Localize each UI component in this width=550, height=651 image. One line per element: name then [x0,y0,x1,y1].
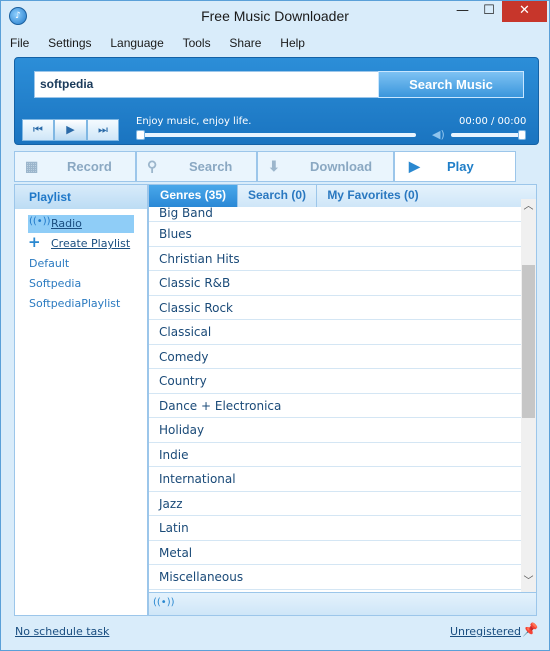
scrollbar-thumb[interactable] [522,265,535,418]
genre-list-item[interactable]: Country [149,369,521,394]
tab-download-label: Download [310,159,373,174]
menu-share[interactable]: Share [229,36,261,50]
genre-list: Big Band Blues Christian Hits Classic R&B Cl… [149,207,521,592]
genre-list-item[interactable]: Jazz [149,492,521,516]
search-input[interactable]: softpedia [34,71,382,98]
genre-list-item[interactable]: Classic Rock [149,296,521,320]
genre-scrollbar[interactable]: ︿ ﹀ [521,199,536,592]
playback-time: 00:00 / 00:00 [459,116,527,127]
previous-track-button[interactable]: ⏮ [22,119,54,141]
minimize-button[interactable]: — [449,1,476,22]
title-bar: ♪ Free Music Downloader — ☐ ✕ [1,1,549,32]
keyboard-icon: ▦ [25,158,39,174]
tab-play-label: Play [447,159,474,174]
genre-list-item[interactable]: Latin [149,516,521,541]
unregistered-link[interactable]: Unregistered [450,625,521,638]
tab-record-label: Record [67,159,112,174]
radio-link[interactable]: Radio [51,217,82,230]
play-button[interactable]: ▶ [54,119,87,141]
genre-list-item[interactable]: Indie [149,443,521,467]
playlist-panel: Playlist ((•)) Radio + Create Playlist D… [14,184,148,616]
plus-icon: + [28,233,41,251]
tab-genres[interactable]: Genres (35) [149,185,238,207]
playlist-item-softpediaplaylist[interactable]: SoftpediaPlaylist [29,297,120,310]
playlist-item-softpedia[interactable]: Softpedia [29,277,81,290]
radio-wave-icon: ((•)) [29,216,51,227]
app-window: ♪ Free Music Downloader — ☐ ✕ File Setti… [0,0,550,651]
menu-language[interactable]: Language [110,36,163,50]
tab-download[interactable]: ⬇ Download [257,151,394,182]
genre-list-item[interactable]: Miscellaneous [149,565,521,590]
play-icon: ▶ [409,158,420,174]
playlist-header: Playlist [15,185,147,209]
scroll-down-icon[interactable]: ﹀ [521,574,536,589]
tab-search-label: Search [189,159,233,174]
create-playlist-link[interactable]: Create Playlist [51,237,130,250]
menu-tools[interactable]: Tools [183,36,211,50]
genre-list-item[interactable]: Classic R&B [149,271,521,296]
tab-play[interactable]: ▶ Play [394,151,516,182]
genre-list-item[interactable]: Big Band [149,207,521,222]
playlist-item-default[interactable]: Default [29,257,69,270]
radio-wave-icon: ((•)) [153,597,175,608]
menu-bar: File Settings Language Tools Share Help [10,36,320,54]
close-button[interactable]: ✕ [502,1,547,22]
search-panel: softpedia Search Music ⏮ ▶ ⏭ Enjoy music… [14,57,539,145]
genre-panel: Genres (35) Search (0) My Favorites (0) … [148,184,537,616]
genre-list-item[interactable]: International [149,467,521,492]
next-track-button[interactable]: ⏭ [87,119,119,141]
genre-footer: ((•)) [149,592,536,615]
magnifier-icon: ⚲ [147,158,158,174]
menu-file[interactable]: File [10,36,29,50]
scroll-up-icon[interactable]: ︿ [521,199,536,214]
genre-list-item[interactable]: Holiday [149,418,521,443]
menu-help[interactable]: Help [280,36,305,50]
genre-list-item[interactable]: Comedy [149,345,521,369]
genre-list-item[interactable]: Classical [149,320,521,345]
genre-list-item[interactable]: Christian Hits [149,247,521,271]
volume-slider[interactable] [451,130,526,140]
mode-tabs: ▦ Record ⚲ Search ⬇ Download ▶ Play [14,151,516,182]
menu-settings[interactable]: Settings [48,36,91,50]
search-music-button[interactable]: Search Music [378,71,524,98]
tab-search[interactable]: ⚲ Search [136,151,257,182]
download-icon: ⬇ [268,158,280,174]
genre-list-item[interactable]: Dance + Electronica [149,394,521,418]
genre-list-item[interactable]: Blues [149,222,521,247]
sub-tabs: Genres (35) Search (0) My Favorites (0) [149,185,536,207]
schedule-task-link[interactable]: No schedule task [15,625,109,638]
tab-my-favorites[interactable]: My Favorites (0) [317,185,429,207]
speaker-icon: ◀) [432,128,445,141]
progress-slider-handle[interactable] [136,130,145,140]
maximize-button[interactable]: ☐ [476,1,502,22]
progress-slider[interactable] [136,130,416,140]
radio-item[interactable]: ((•)) Radio [28,215,134,233]
player-tagline: Enjoy music, enjoy life. [136,116,252,127]
volume-slider-handle[interactable] [518,130,526,140]
tab-search-results[interactable]: Search (0) [238,185,317,207]
tab-record[interactable]: ▦ Record [14,151,136,182]
genre-list-item[interactable]: Metal [149,541,521,565]
pin-icon[interactable]: 📌 [522,623,538,638]
